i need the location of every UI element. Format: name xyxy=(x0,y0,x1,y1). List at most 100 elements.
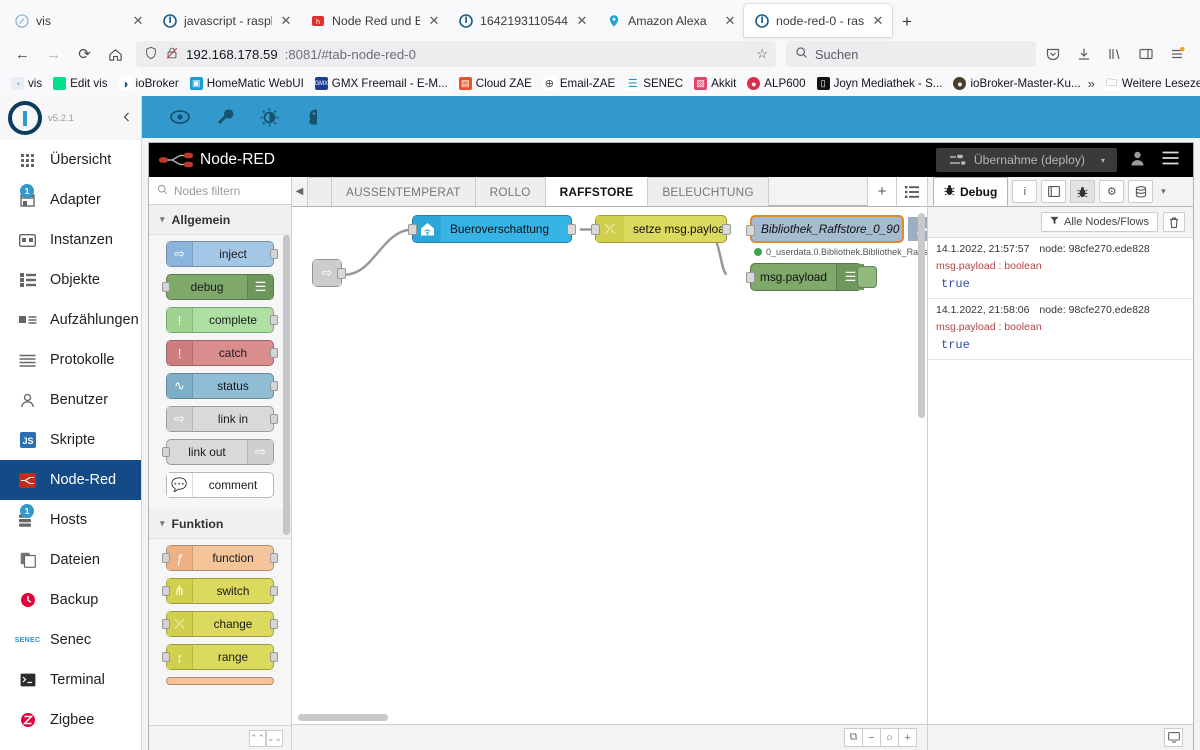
bookmark-item[interactable]: ◔ vis xyxy=(7,75,46,92)
sidebar-item-zigbee[interactable]: Zigbee xyxy=(0,700,141,740)
node-output-port[interactable] xyxy=(270,249,278,259)
chevron-down-icon[interactable]: ▾ xyxy=(1101,156,1105,165)
debug-filter-button[interactable]: Alle Nodes/Flows xyxy=(1041,212,1158,232)
palette-node-link-in[interactable]: ⇨ link in xyxy=(166,406,278,432)
sidebar-item-dateien[interactable]: Dateien xyxy=(0,540,141,580)
bookmark-item[interactable]: ▨ Akkit xyxy=(690,75,740,92)
flow-tab-rollo[interactable]: ROLLO xyxy=(475,177,546,206)
node-input-port[interactable] xyxy=(162,553,170,563)
help-tab-button[interactable] xyxy=(1041,180,1067,203)
info-tab-button[interactable]: i xyxy=(1012,180,1038,203)
sidebar-item-uebersicht[interactable]: Übersicht xyxy=(0,140,141,180)
browser-tab[interactable]: javascript - raspberrypi ✕ xyxy=(152,4,300,37)
flow-node-bibliothek-raffstore[interactable]: Bibliothek_Raffstore_0_90 ▶ xyxy=(746,215,927,243)
tab-close-button[interactable]: ✕ xyxy=(870,14,886,27)
node-input-port[interactable] xyxy=(162,652,170,662)
bookmark-item[interactable]: GMX GMX Freemail - E-M... xyxy=(311,75,452,92)
debug-toggle-button[interactable] xyxy=(857,266,877,288)
browser-tab[interactable]: vis ✕ xyxy=(4,4,152,37)
tab-close-button[interactable]: ✕ xyxy=(130,14,146,27)
lock-broken-icon[interactable] xyxy=(165,46,179,63)
add-flow-button[interactable]: + xyxy=(867,177,897,206)
other-bookmarks-folder[interactable]: 🗀Weitere Lesezeichen xyxy=(1101,75,1200,92)
wrench-icon[interactable] xyxy=(216,108,234,126)
node-output-port[interactable] xyxy=(567,224,576,235)
sidebar-item-senec[interactable]: SENEC Senec xyxy=(0,620,141,660)
sidebar-icon[interactable] xyxy=(1131,40,1161,68)
bookmark-item[interactable]: ▣ HomeMatic WebUI xyxy=(186,75,308,92)
browser-tab[interactable]: h Node Red und Blockly Scripte ✕ xyxy=(300,4,448,37)
reload-button[interactable]: ⟳ xyxy=(70,40,99,68)
navigator-icon[interactable]: ⧉ xyxy=(844,728,863,747)
palette-node-catch[interactable]: ! catch xyxy=(166,340,278,366)
palette-category-funktion[interactable]: ▾ Funktion xyxy=(149,509,291,539)
node-output-port[interactable] xyxy=(270,652,278,662)
palette-node-partial[interactable] xyxy=(166,677,274,685)
sidebar-item-skripte[interactable]: JS Skripte xyxy=(0,420,141,460)
palette-node-debug[interactable]: debug ☰ xyxy=(162,274,274,300)
tab-debug[interactable]: Debug xyxy=(933,177,1009,206)
deploy-button[interactable]: Übernahme (deploy) ▾ xyxy=(935,148,1117,172)
tab-close-button[interactable]: ✕ xyxy=(426,14,442,27)
node-input-port[interactable] xyxy=(162,619,170,629)
palette-search-input[interactable]: Nodes filtern xyxy=(149,177,291,205)
node-input-port[interactable] xyxy=(162,282,170,292)
debug-tab-button[interactable] xyxy=(1070,180,1096,203)
palette-node-function[interactable]: ƒ function xyxy=(162,545,278,571)
sidebar-item-terminal[interactable]: Terminal xyxy=(0,660,141,700)
browser-tab-active[interactable]: node-red-0 - raspberrypi ✕ xyxy=(744,4,892,37)
app-menu-icon[interactable] xyxy=(1162,40,1192,68)
chevron-down-icon[interactable]: ▾ xyxy=(1153,177,1173,206)
sidebar-collapse-button[interactable] xyxy=(121,110,133,126)
node-output-port[interactable] xyxy=(722,224,731,235)
sidebar-item-node-red[interactable]: Node-Red xyxy=(0,460,141,500)
bookmarks-overflow-button[interactable]: » xyxy=(1088,76,1095,91)
bookmark-item[interactable]: Edit vis xyxy=(49,75,111,92)
palette-node-status[interactable]: ∿ status xyxy=(166,373,278,399)
search-bar[interactable]: Suchen xyxy=(786,41,1036,67)
node-input-port[interactable] xyxy=(162,447,170,457)
forward-button[interactable]: → xyxy=(39,40,68,68)
clear-debug-button[interactable] xyxy=(1163,212,1185,232)
bookmark-item[interactable]: ◑ ioBroker xyxy=(115,75,183,92)
node-input-port[interactable] xyxy=(408,224,417,235)
debug-node-id[interactable]: node: 98cfe270.ede828 xyxy=(1039,304,1149,316)
node-output-port[interactable] xyxy=(270,586,278,596)
sidebar-item-objekte[interactable]: Objekte xyxy=(0,260,141,300)
pocket-icon[interactable] xyxy=(1038,40,1068,68)
collapse-all-icon[interactable]: ⌃⌃ xyxy=(249,729,266,747)
downloads-icon[interactable] xyxy=(1069,40,1099,68)
shield-icon[interactable] xyxy=(144,46,158,63)
expert-mode-icon[interactable] xyxy=(305,108,321,126)
bookmark-star-icon[interactable]: ☆ xyxy=(756,46,768,62)
sidebar-item-instanzen[interactable]: Instanzen xyxy=(0,220,141,260)
expand-all-icon[interactable]: ⌄⌄ xyxy=(266,729,283,747)
flow-node-link-in[interactable]: ⇨ xyxy=(312,259,346,287)
node-output-port[interactable] xyxy=(270,553,278,563)
browser-tab[interactable]: 1642193110544-bildschirmfoto ✕ xyxy=(448,4,596,37)
zoom-reset-button[interactable]: ○ xyxy=(880,728,899,747)
node-output-port[interactable] xyxy=(337,268,346,279)
palette-category-allgemein[interactable]: ▾ Allgemein xyxy=(149,205,291,235)
sidebar-item-hosts[interactable]: 1 Hosts xyxy=(0,500,141,540)
node-output-port[interactable] xyxy=(270,381,278,391)
browser-tab[interactable]: Amazon Alexa ✕ xyxy=(596,4,744,37)
user-icon[interactable] xyxy=(1125,151,1150,170)
debug-message[interactable]: 14.1.2022, 21:58:06 node: 98cfe270.ede82… xyxy=(928,299,1193,360)
tab-close-button[interactable]: ✕ xyxy=(722,14,738,27)
canvas-vertical-scrollbar[interactable] xyxy=(918,213,925,418)
debug-node-id[interactable]: node: 98cfe270.ede828 xyxy=(1039,243,1149,255)
bookmark-item[interactable]: ● ALP600 xyxy=(743,75,809,92)
tab-close-button[interactable]: ✕ xyxy=(574,14,590,27)
node-input-port[interactable] xyxy=(591,224,600,235)
palette-node-comment[interactable]: 💬 comment xyxy=(166,472,274,498)
bookmark-item[interactable]: ⊕ Email-ZAE xyxy=(539,75,619,92)
flow-node-debug-msg-payload[interactable]: msg.payload ☰ xyxy=(746,263,877,291)
node-output-port[interactable] xyxy=(270,414,278,424)
sidebar-item-benutzer[interactable]: Benutzer xyxy=(0,380,141,420)
hamburger-icon[interactable] xyxy=(1158,151,1183,170)
node-input-port[interactable] xyxy=(746,272,755,283)
canvas-horizontal-scrollbar[interactable] xyxy=(298,714,388,721)
debug-message[interactable]: 14.1.2022, 21:57:57 node: 98cfe270.ede82… xyxy=(928,238,1193,299)
flow-node-bueroverschattung[interactable]: Bueroverschattung xyxy=(408,215,576,243)
